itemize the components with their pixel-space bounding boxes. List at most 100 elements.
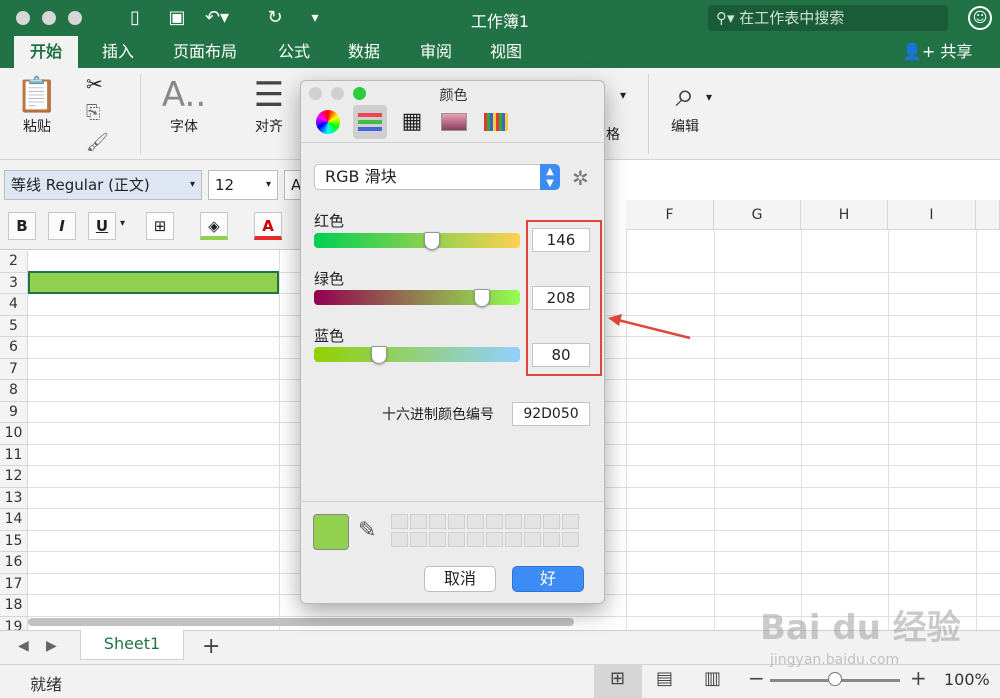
row-header[interactable]: 4 [0,294,28,316]
sheet-tab-sheet1[interactable]: Sheet1 [80,630,184,660]
zoom-out-icon[interactable]: − [748,666,765,690]
swatch-well[interactable] [543,532,560,547]
swatch-well[interactable] [391,514,408,529]
page-layout-view-icon[interactable]: ▤ [656,668,673,689]
close-window-button[interactable] [16,11,30,25]
swatch-well[interactable] [524,532,541,547]
row-header[interactable]: 8 [0,380,28,402]
row-header[interactable]: 5 [0,315,28,337]
red-slider-track[interactable] [314,233,520,248]
tab-data[interactable]: 数据 [340,36,388,68]
row-header[interactable]: 12 [0,466,28,488]
pencils-icon[interactable] [479,105,513,139]
row-header[interactable]: 11 [0,444,28,466]
swatch-well[interactable] [410,532,427,547]
swatch-well[interactable] [448,532,465,547]
cancel-button[interactable]: 取消 [424,566,496,592]
swatch-well[interactable] [562,514,579,529]
swatch-well[interactable] [562,532,579,547]
column-header-i[interactable]: I [888,200,976,230]
font-group-button[interactable]: A.. 字体 [156,74,212,136]
align-group-button[interactable]: ☰ 对齐 [244,74,294,136]
zoom-in-icon[interactable]: + [910,666,927,690]
dropdown-chevron-icon[interactable]: ▾ [620,88,626,102]
swatch-well[interactable] [543,514,560,529]
zoom-slider-knob[interactable] [828,672,842,686]
sidebar-icon[interactable]: ▯ [122,6,148,30]
swatch-well[interactable] [467,514,484,529]
bold-button[interactable]: B [8,212,36,240]
copy-icon[interactable]: ⎘ [86,102,100,123]
borders-icon[interactable]: ⊞ [146,212,174,240]
row-header[interactable]: 10 [0,423,28,445]
tab-page-layout[interactable]: 页面布局 [164,36,246,68]
redo-icon[interactable]: ↻ [262,6,288,30]
tab-insert[interactable]: 插入 [94,36,142,68]
swatch-well[interactable] [467,532,484,547]
italic-button[interactable]: I [48,212,76,240]
row-header[interactable]: 6 [0,337,28,359]
minimize-window-button[interactable] [42,11,56,25]
page-break-view-icon[interactable]: ▥ [704,668,721,689]
column-header-f[interactable]: F [626,200,714,230]
prev-sheet-icon[interactable]: ◀ [18,638,29,654]
tab-view[interactable]: 视图 [482,36,530,68]
share-button[interactable]: 👤+ 共享 [902,36,972,68]
row-header[interactable]: 15 [0,530,28,552]
color-sliders-icon[interactable] [353,105,387,139]
gear-icon[interactable]: ✲ [572,166,589,190]
slider-mode-select[interactable]: RGB 滑块 [314,164,560,190]
color-palettes-icon[interactable]: ▦ [395,105,429,139]
column-header-h[interactable]: H [801,200,888,230]
font-size-combo[interactable]: 12 ▾ [208,170,278,200]
dropdown-chevron-icon[interactable]: ▾ [706,90,712,104]
current-color-swatch[interactable] [313,514,349,550]
chevron-down-icon[interactable]: ▾ [120,218,125,229]
font-name-combo[interactable]: 等线 Regular (正文) ▾ [4,170,202,200]
feedback-smiley-icon[interactable]: ☺ [968,6,992,30]
swatch-well[interactable] [429,514,446,529]
row-header[interactable]: 9 [0,401,28,423]
customize-toolbar-icon[interactable]: ▾ [302,6,328,30]
font-color-icon[interactable]: A [254,212,282,240]
format-painter-icon[interactable]: 🖌 [86,132,109,153]
row-header[interactable]: 2 [0,251,28,273]
save-icon[interactable]: ▣ [164,6,190,30]
selected-cell-a3[interactable] [28,271,279,294]
row-header[interactable]: 18 [0,595,28,617]
paste-button[interactable]: 📋 粘贴 [12,74,62,136]
tab-home[interactable]: 开始 [14,36,78,68]
blue-slider-track[interactable] [314,347,520,362]
column-header-g[interactable]: G [714,200,801,230]
hex-value-field[interactable]: 92D050 [512,402,590,426]
add-sheet-icon[interactable]: + [202,634,220,659]
undo-icon[interactable]: ↶▾ [204,6,230,30]
swatch-well[interactable] [448,514,465,529]
swatch-well[interactable] [524,514,541,529]
search-field[interactable]: ⚲▾ 在工作表中搜索 [708,5,948,31]
swatch-well[interactable] [505,514,522,529]
swatch-well[interactable] [429,532,446,547]
swatch-well[interactable] [486,514,503,529]
ok-button[interactable]: 好 [512,566,584,592]
row-header[interactable]: 14 [0,509,28,531]
row-header[interactable]: 16 [0,552,28,574]
row-header[interactable]: 17 [0,573,28,595]
red-slider-knob[interactable] [424,232,441,250]
edit-group-button[interactable]: ⌕ 编辑 [660,74,710,136]
green-slider-knob[interactable] [474,289,491,307]
row-header[interactable]: 7 [0,358,28,380]
swatch-well[interactable] [410,514,427,529]
image-palettes-icon[interactable] [437,105,471,139]
swatch-well[interactable] [391,532,408,547]
column-header-j[interactable] [976,200,1000,230]
next-sheet-icon[interactable]: ▶ [46,638,57,654]
tab-formulas[interactable]: 公式 [270,36,318,68]
row-header[interactable]: 3 [0,272,28,294]
tab-review[interactable]: 审阅 [412,36,460,68]
eyedropper-icon[interactable]: ✎ [358,518,376,543]
underline-button[interactable]: U [88,212,116,240]
select-stepper-icon[interactable]: ▲ ▼ [540,164,560,190]
swatch-well[interactable] [486,532,503,547]
zoom-window-button[interactable] [68,11,82,25]
